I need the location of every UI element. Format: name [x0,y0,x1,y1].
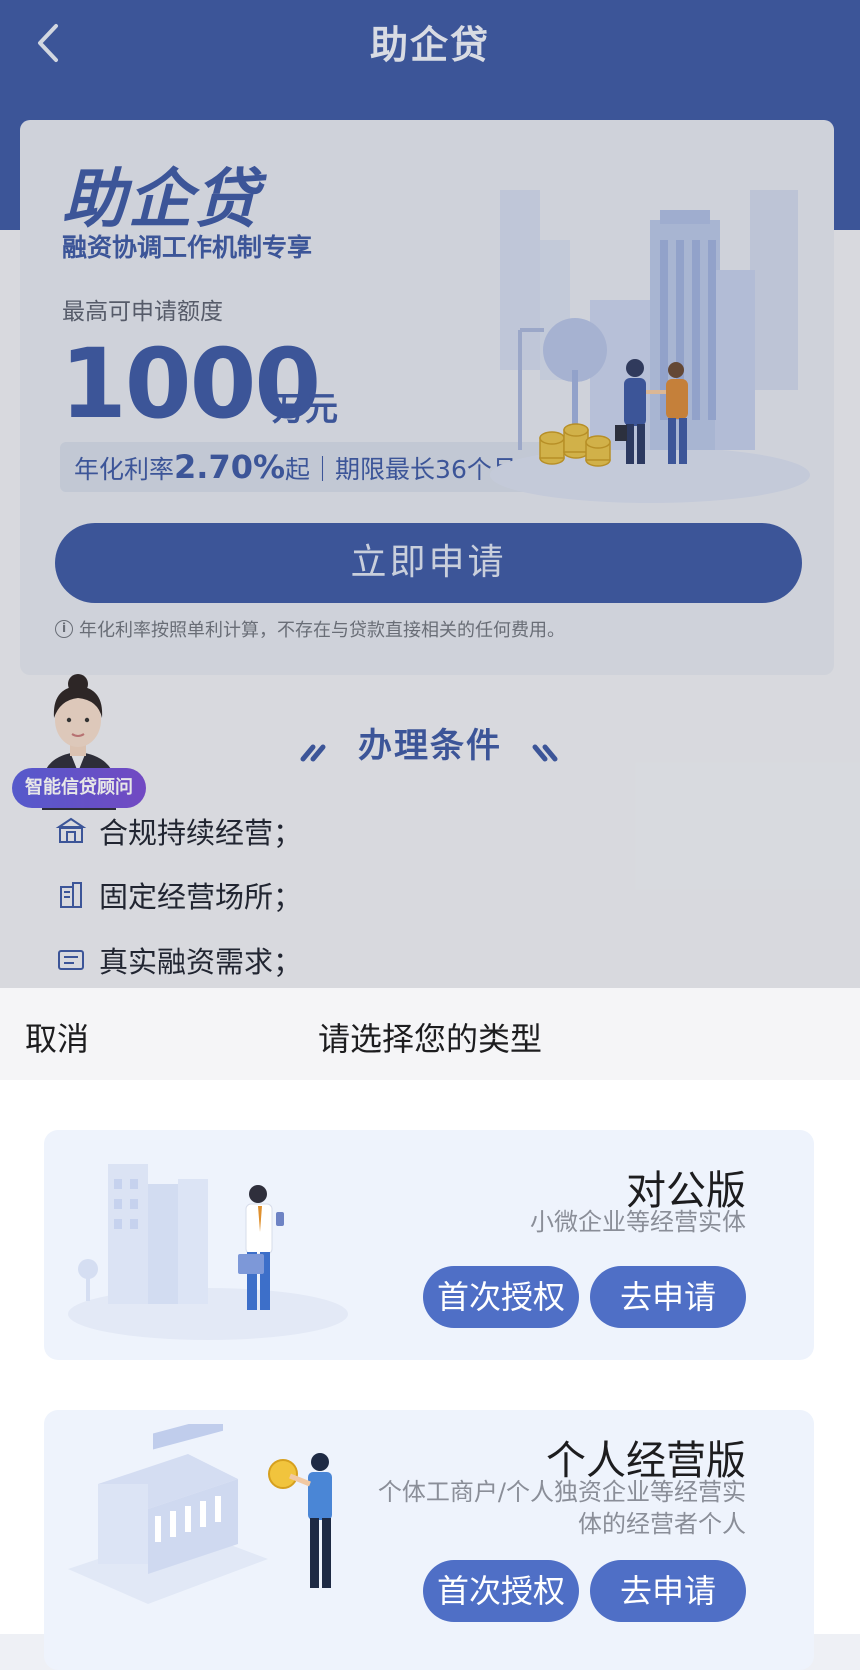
card-desc-line: 体的经营者个人 [578,1510,746,1538]
card-description: 个体工商户/个人独资企业等经营实 体的经营者个人 [378,1476,746,1540]
sheet-title: 请选择您的类型 [317,1020,542,1058]
businessman-illustration [68,1164,348,1340]
card-desc-line: 小微企业等经营实体 [530,1208,746,1236]
corporate-version-card[interactable]: 对公版 小微企业等经营实体 首次授权 去申请 [44,1130,814,1360]
card-desc-line: 个体工商户/个人独资企业等经营实 [377,1478,746,1506]
first-authorization-button[interactable]: 首次授权 [423,1266,579,1328]
go-apply-button[interactable]: 去申请 [590,1266,746,1328]
type-selection-sheet: 取消 请选择您的类型 对公版 小微企业等经营实体 首次授权 去申请 个人经营版 … [0,988,860,1670]
shop-owner-illustration [68,1424,332,1604]
sheet-header: 取消 请选择您的类型 [0,988,860,1080]
go-apply-button[interactable]: 去申请 [590,1560,746,1622]
card-description: 小微企业等经营实体 [530,1206,746,1238]
personal-business-card[interactable]: 个人经营版 个体工商户/个人独资企业等经营实 体的经营者个人 首次授权 去申请 [44,1410,814,1670]
first-authorization-button[interactable]: 首次授权 [423,1560,579,1622]
